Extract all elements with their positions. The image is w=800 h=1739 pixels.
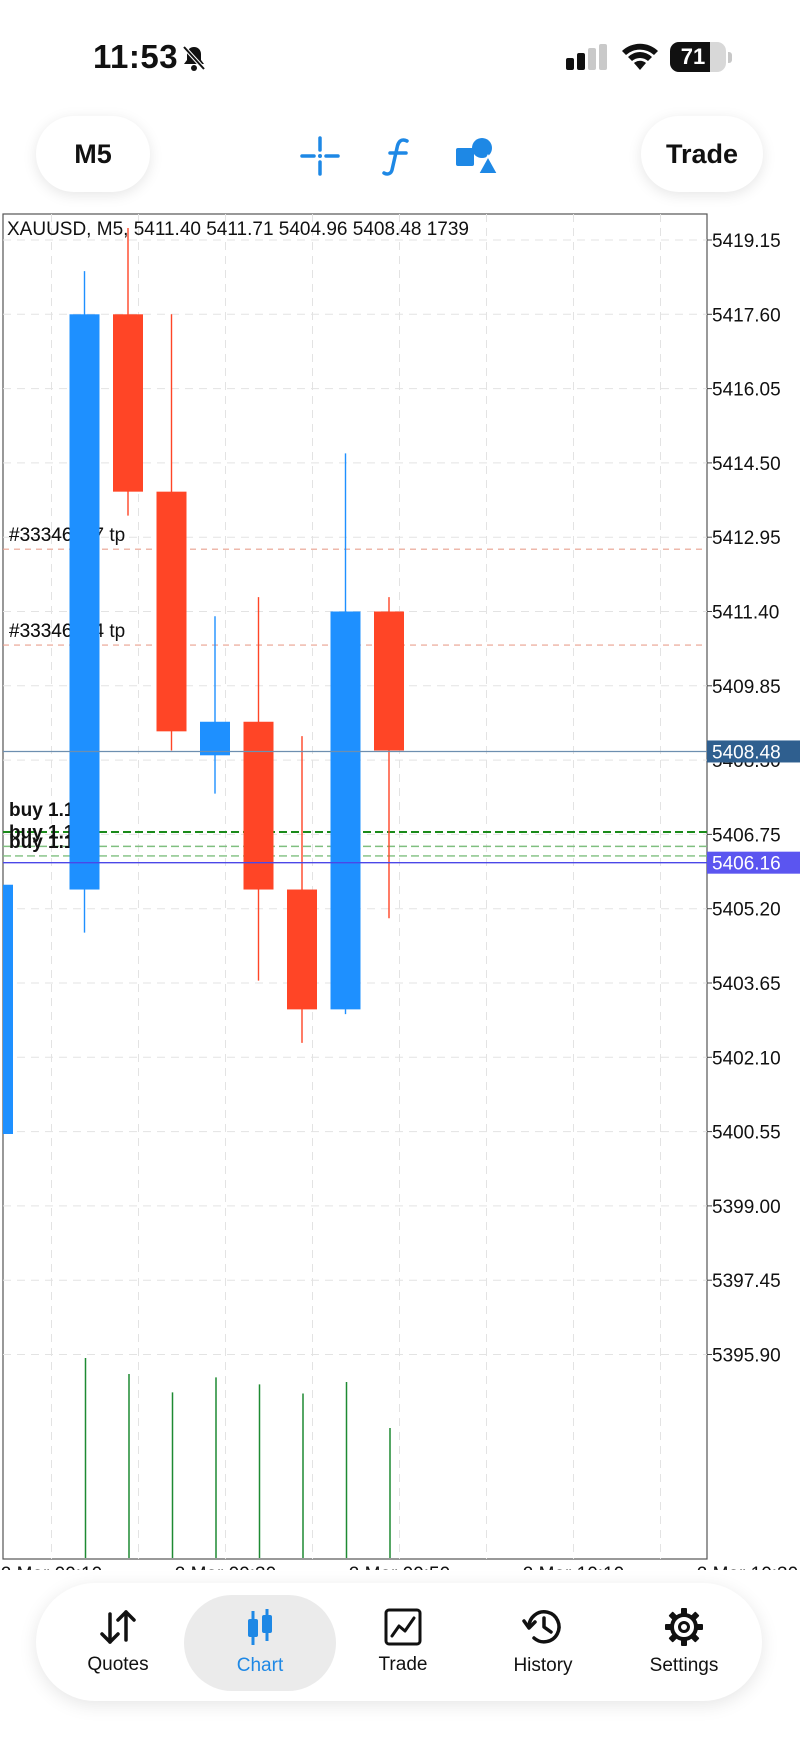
tab-chart[interactable]: Chart xyxy=(184,1595,336,1691)
battery-icon: 71 xyxy=(670,42,726,72)
tab-chart-label: Chart xyxy=(236,1655,284,1676)
timeframe-label: M5 xyxy=(74,138,112,169)
price-label: 5395.90 xyxy=(712,1346,781,1367)
time-label: 2 Mar 09:10 xyxy=(1,1564,102,1570)
price-label: 5416.05 xyxy=(712,380,781,401)
price-label: 5397.45 xyxy=(712,1271,781,1292)
objects-icon[interactable] xyxy=(450,130,502,182)
tab-history[interactable]: History xyxy=(480,1583,606,1701)
candle-body xyxy=(156,491,187,732)
battery-percent: 71 xyxy=(680,44,706,69)
bell-slash-icon xyxy=(182,45,206,71)
tab-settings[interactable]: Settings xyxy=(622,1583,746,1701)
time-label: 2 Mar 09:30 xyxy=(175,1564,276,1570)
time-label: 2 Mar 10:10 xyxy=(523,1564,624,1570)
candle-body xyxy=(69,314,100,890)
tab-history-label: History xyxy=(513,1655,573,1676)
bottom-navigation: Quotes Chart Trade History Settings xyxy=(36,1583,762,1701)
price-label: 5405.20 xyxy=(712,900,781,921)
time-label: 2 Mar 10:30 xyxy=(697,1564,798,1570)
price-label: 5406.75 xyxy=(712,825,781,846)
price-label: 5399.00 xyxy=(712,1197,781,1218)
chart-candles-icon xyxy=(248,1609,272,1645)
tab-trade-label: Trade xyxy=(378,1654,428,1675)
chart-header: XAUUSD, M5, 5411.40 5411.71 5404.96 5408… xyxy=(7,219,469,240)
tab-trade[interactable]: Trade xyxy=(348,1583,458,1701)
chart-canvas[interactable]: 5419.15 5417.60 5416.05 5414.50 5412.95 5411.… xyxy=(0,212,800,1570)
price-label: 5412.95 xyxy=(712,528,781,549)
price-label: 5403.65 xyxy=(712,974,781,995)
price-label: 5414.50 xyxy=(712,454,781,475)
candle-body xyxy=(287,889,317,1010)
trade-button-label: Trade xyxy=(665,138,739,169)
candle-body xyxy=(200,721,230,756)
candle-body xyxy=(374,611,404,751)
price-label: 5411.40 xyxy=(712,603,779,624)
status-bar: 11:53 71 xyxy=(0,0,800,100)
tab-settings-label: Settings xyxy=(649,1655,719,1676)
candle-body xyxy=(113,314,143,492)
time-label: 2 Mar 09:50 xyxy=(349,1564,450,1570)
trade-button[interactable]: Trade xyxy=(641,116,763,192)
ask-price-label: 5406.16 xyxy=(712,854,781,875)
price-label: 5409.85 xyxy=(712,677,781,698)
settings-gear-icon xyxy=(665,1608,703,1646)
indicators-icon[interactable] xyxy=(372,130,424,182)
status-time: 11:53 xyxy=(93,38,179,75)
price-label: 5402.10 xyxy=(712,1048,781,1069)
timeframe-button[interactable]: M5 xyxy=(36,116,150,192)
cellular-signal-icon xyxy=(566,44,607,70)
battery-tip xyxy=(728,52,732,63)
price-label: 5400.55 xyxy=(712,1123,781,1144)
candle-body xyxy=(330,611,361,1010)
price-label: 5419.15 xyxy=(712,231,781,252)
tab-quotes[interactable]: Quotes xyxy=(56,1583,180,1701)
tab-quotes-label: Quotes xyxy=(87,1654,149,1675)
price-chart[interactable]: 5419.15 5417.60 5416.05 5414.50 5412.95 5411.… xyxy=(0,212,800,1570)
wifi-icon xyxy=(622,43,658,70)
history-clock-icon xyxy=(522,1610,561,1644)
bid-price-label: 5408.48 xyxy=(712,742,781,763)
candle-body xyxy=(243,721,274,890)
candle-body xyxy=(3,884,13,1134)
quotes-arrows-icon xyxy=(100,1610,136,1644)
trade-chart-icon xyxy=(384,1608,422,1646)
price-label: 5417.60 xyxy=(712,305,781,326)
crosshair-icon[interactable] xyxy=(294,130,346,182)
